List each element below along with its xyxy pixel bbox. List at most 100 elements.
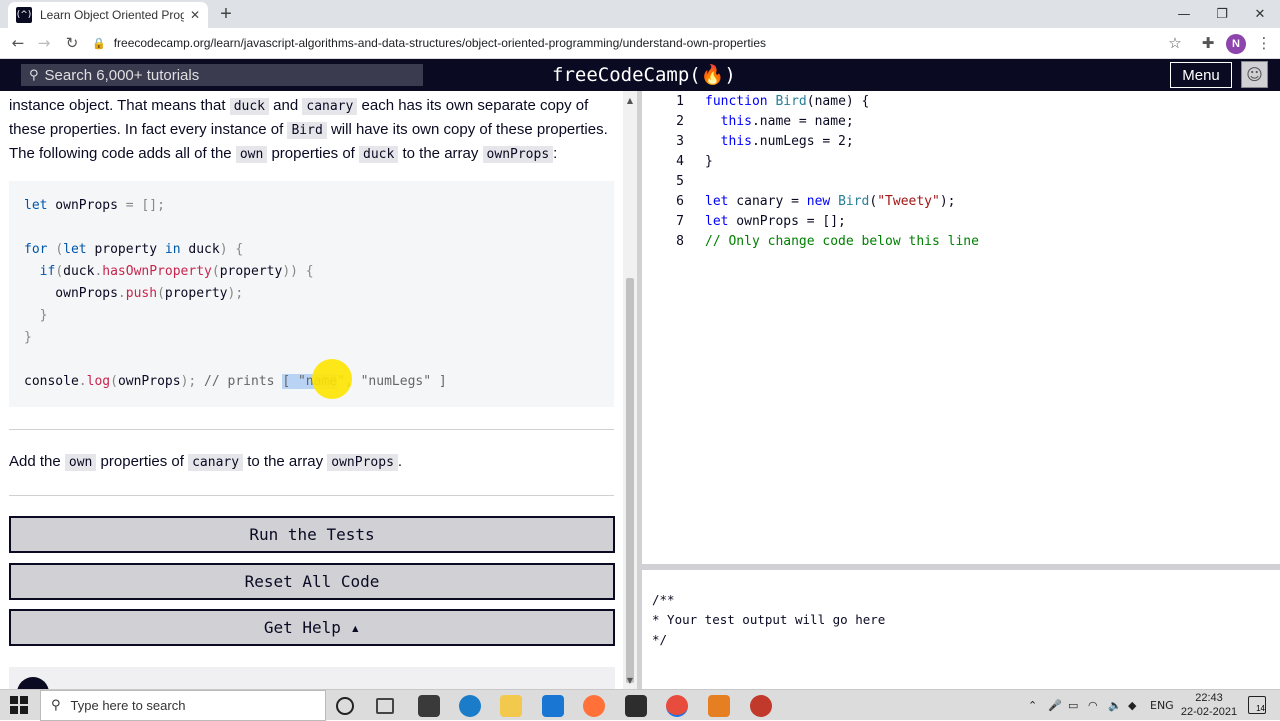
lock-icon: 🔒 xyxy=(92,36,106,50)
inline-code: ownProps xyxy=(482,146,554,163)
line-number: 3 xyxy=(676,134,684,149)
scroll-thumb[interactable] xyxy=(626,278,634,683)
file-explorer-icon[interactable] xyxy=(500,695,522,717)
output-line: * Your test output will go here xyxy=(652,612,886,627)
lesson-scrollbar[interactable]: ▲ ▼ xyxy=(623,91,637,689)
inline-code: canary xyxy=(188,454,244,471)
code-line: let ownProps = []; xyxy=(24,198,165,213)
chrome-profile-avatar[interactable]: N xyxy=(1226,34,1246,54)
freecodecamp-logo[interactable]: freeCodeCamp(🔥) xyxy=(552,63,736,86)
line-number: 2 xyxy=(676,114,684,129)
clock-time: 22:43 xyxy=(1195,692,1223,704)
notification-count: 14 xyxy=(1256,704,1265,713)
line-number: 6 xyxy=(676,194,684,209)
editor-line[interactable]: this.name = name; xyxy=(705,114,854,129)
chrome-icon[interactable] xyxy=(666,695,688,717)
search-icon: ⚲ xyxy=(29,67,39,83)
windows-start-icon[interactable] xyxy=(10,696,30,716)
address-bar: ← → ↻ 🔒 freecodecamp.org/learn/javascrip… xyxy=(0,28,1280,59)
code-line: if(duck.hasOwnProperty(property)) { xyxy=(39,264,314,279)
close-window-icon[interactable]: ✕ xyxy=(1242,0,1278,28)
inline-code: canary xyxy=(302,98,358,115)
mail-icon[interactable] xyxy=(542,695,564,717)
code-line: } xyxy=(39,308,48,323)
editor-line[interactable]: this.numLegs = 2; xyxy=(705,134,854,149)
avatar xyxy=(17,677,49,689)
editor-line[interactable]: // Only change code below this line xyxy=(705,234,979,249)
test-output-panel: /** * Your test output will go here */ xyxy=(642,570,1280,689)
bookmark-star-icon[interactable]: ☆ xyxy=(1164,32,1186,54)
line-number: 8 xyxy=(676,234,684,249)
edge-icon[interactable] xyxy=(459,695,481,717)
tutorial-search-input[interactable]: ⚲ Search 6,000+ tutorials xyxy=(21,64,423,86)
inline-code: own xyxy=(64,454,97,471)
taskbar-search-input[interactable]: ⚲ Type here to search xyxy=(40,690,326,721)
forward-icon[interactable]: → xyxy=(33,32,55,54)
inline-code: duck xyxy=(229,98,269,115)
back-icon[interactable]: ← xyxy=(7,32,29,54)
app-icon[interactable] xyxy=(708,695,730,717)
chrome-menu-icon[interactable]: ⋮ xyxy=(1253,32,1275,54)
scroll-up-icon[interactable]: ▲ xyxy=(623,93,637,107)
get-help-button[interactable]: Get Help ▴ xyxy=(9,609,615,646)
divider xyxy=(9,429,614,430)
code-line: console.log(ownProps); // prints [ "name… xyxy=(24,374,447,389)
show-hidden-icons-icon[interactable]: ⌃ xyxy=(1028,690,1037,721)
tab-title: Learn Object Oriented Programm xyxy=(40,8,184,22)
clock-date: 22-02-2021 xyxy=(1180,706,1238,718)
browser-tab[interactable]: (^) Learn Object Oriented Programm ✕ xyxy=(8,2,208,28)
firefox-icon[interactable] xyxy=(583,695,605,717)
editor-line[interactable]: let ownProps = []; xyxy=(705,214,846,229)
maximize-icon[interactable]: ❐ xyxy=(1204,0,1240,28)
search-icon: ⚲ xyxy=(51,698,61,713)
freecodecamp-favicon-icon: (^) xyxy=(16,7,32,23)
line-number: 5 xyxy=(676,174,684,189)
volume-icon[interactable]: 🔈 xyxy=(1108,690,1122,721)
example-code-block: let ownProps = []; for (let property in … xyxy=(9,181,614,407)
code-line: ownProps.push(property); xyxy=(24,286,244,301)
url-field[interactable]: 🔒 freecodecamp.org/learn/javascript-algo… xyxy=(92,32,1192,54)
tab-close-icon[interactable]: ✕ xyxy=(190,8,200,22)
extensions-puzzle-icon[interactable]: ✚ xyxy=(1197,32,1219,54)
scroll-down-icon[interactable]: ▼ xyxy=(623,673,637,687)
battery-icon[interactable]: ▭ xyxy=(1068,690,1078,721)
reload-icon[interactable]: ↻ xyxy=(61,32,83,54)
language-indicator[interactable]: ENG xyxy=(1150,690,1174,721)
editor-line[interactable]: function Bird(name) { xyxy=(705,94,869,109)
inline-code: ownProps xyxy=(327,454,398,471)
wifi-icon[interactable]: ◠ xyxy=(1088,690,1098,721)
code-line: for (let property in duck) { xyxy=(24,242,244,257)
system-clock[interactable]: 22:43 22-02-2021 xyxy=(1178,690,1240,721)
inline-code: own xyxy=(235,146,268,163)
user-avatar-icon[interactable]: ☺ xyxy=(1241,61,1268,88)
editor-line[interactable]: } xyxy=(705,154,713,169)
line-number: 4 xyxy=(676,154,684,169)
new-tab-button[interactable]: + xyxy=(216,4,236,24)
notifications-icon[interactable]: 14 xyxy=(1248,696,1266,714)
inline-code: Bird xyxy=(287,122,327,139)
fcc-navbar: ⚲ Search 6,000+ tutorials freeCodeCamp(🔥… xyxy=(0,59,1280,91)
browser-tab-bar: (^) Learn Object Oriented Programm ✕ + —… xyxy=(0,0,1280,28)
menu-button[interactable]: Menu xyxy=(1170,62,1232,88)
minimize-icon[interactable]: — xyxy=(1166,0,1202,28)
task-instructions: Add the own properties of canary to the … xyxy=(9,453,403,471)
code-editor[interactable]: 1 2 3 4 5 6 7 8 function Bird(name) { th… xyxy=(642,91,1280,564)
reset-code-button[interactable]: Reset All Code xyxy=(9,563,615,600)
line-number: 7 xyxy=(676,214,684,229)
output-line: */ xyxy=(652,632,668,647)
windows-taskbar: ⚲ Type here to search ⌃ 🎤 ▭ ◠ 🔈 ◆ ENG 22… xyxy=(0,689,1280,721)
dropbox-icon[interactable]: ◆ xyxy=(1128,690,1136,721)
editor-line[interactable]: let canary = new Bird("Tweety"); xyxy=(705,194,956,209)
store-icon[interactable] xyxy=(418,695,440,717)
run-tests-button[interactable]: Run the Tests xyxy=(9,516,615,553)
recorder-icon[interactable] xyxy=(750,695,772,717)
lesson-pane: instance object. That means that duck an… xyxy=(0,91,623,689)
microphone-icon[interactable]: 🎤 xyxy=(1048,690,1062,721)
sublime-text-icon[interactable] xyxy=(625,695,647,717)
divider xyxy=(9,495,614,496)
task-view-icon[interactable] xyxy=(376,698,394,714)
url-text: freecodecamp.org/learn/javascript-algori… xyxy=(113,36,767,50)
cortana-icon[interactable] xyxy=(336,697,354,715)
lesson-description: instance object. That means that duck an… xyxy=(9,97,608,163)
taskbar-search-placeholder: Type here to search xyxy=(70,698,186,713)
